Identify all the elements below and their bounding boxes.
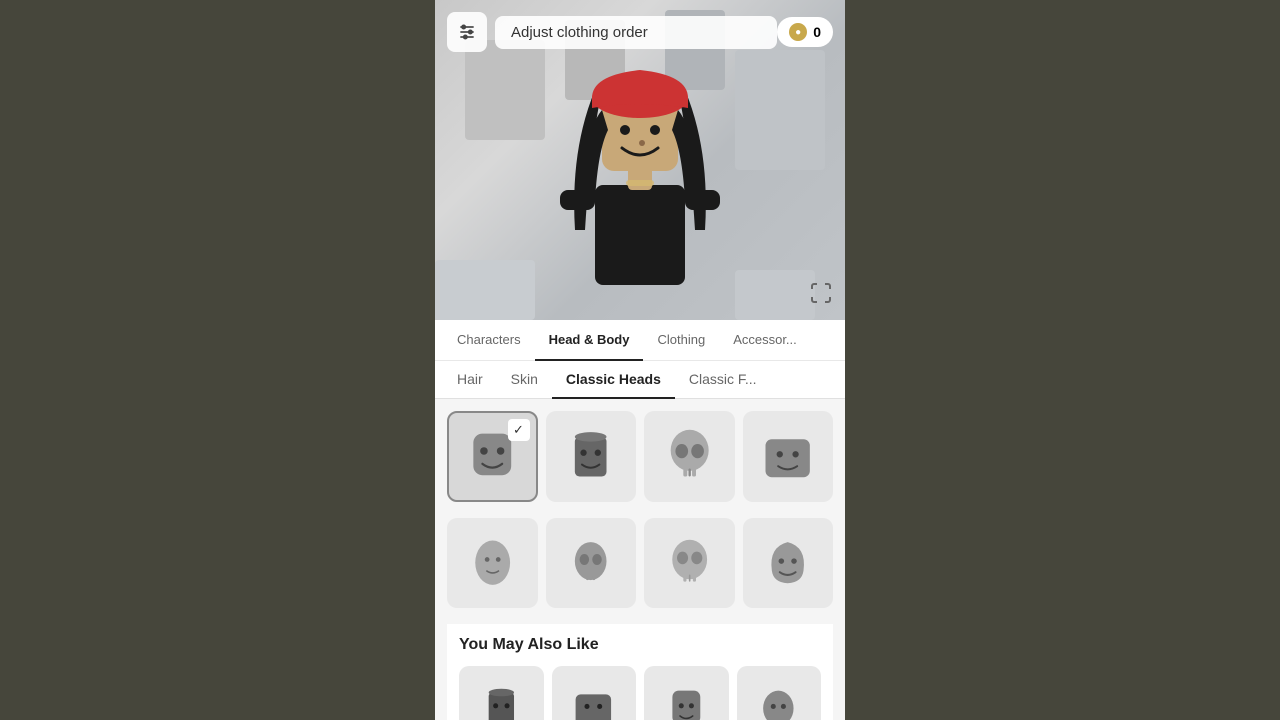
sub-tab-skin[interactable]: Skin bbox=[497, 361, 552, 399]
rec-item-3[interactable] bbox=[644, 666, 729, 720]
right-overlay bbox=[845, 0, 1280, 720]
tab-accessories[interactable]: Accessor... bbox=[719, 320, 811, 361]
rec-icon-1 bbox=[476, 683, 527, 720]
head-icon-2 bbox=[559, 425, 622, 488]
head-icon-8 bbox=[756, 531, 819, 594]
bg-block bbox=[465, 40, 545, 140]
main-tabs: Characters Head & Body Clothing Accessor… bbox=[435, 320, 845, 361]
head-item-4[interactable] bbox=[743, 411, 834, 502]
coin-count: 0 bbox=[813, 24, 821, 40]
top-bar: Adjust clothing order ● 0 bbox=[435, 12, 845, 52]
sub-tab-classic-f[interactable]: Classic F... bbox=[675, 361, 771, 399]
head-item-3[interactable] bbox=[644, 411, 735, 502]
checkmark-badge: ✓ bbox=[508, 419, 530, 441]
rec-icon-2 bbox=[568, 683, 619, 720]
items-grid-row2 bbox=[447, 518, 833, 609]
bg-block bbox=[735, 50, 825, 170]
bg-block bbox=[435, 260, 535, 320]
avatar-character bbox=[540, 30, 740, 320]
head-icon-7 bbox=[658, 531, 721, 594]
filter-icon bbox=[457, 22, 477, 42]
rec-icon-4 bbox=[753, 683, 804, 720]
items-grid-row1: ✓ bbox=[447, 411, 833, 502]
tab-clothing[interactable]: Clothing bbox=[643, 320, 719, 361]
sub-tab-classic-heads[interactable]: Classic Heads bbox=[552, 361, 675, 399]
grid-section: ✓ bbox=[435, 399, 845, 720]
rec-icon-3 bbox=[661, 683, 712, 720]
head-item-7[interactable] bbox=[644, 518, 735, 609]
screen-container: Adjust clothing order ● 0 Characters Hea… bbox=[0, 0, 1280, 720]
main-panel: Adjust clothing order ● 0 Characters Hea… bbox=[435, 0, 845, 720]
rec-title: You May Also Like bbox=[459, 636, 821, 654]
head-item-6[interactable] bbox=[546, 518, 637, 609]
tabs-container: Characters Head & Body Clothing Accessor… bbox=[435, 320, 845, 399]
expand-icon[interactable] bbox=[809, 281, 833, 310]
rec-item-1[interactable] bbox=[459, 666, 544, 720]
avatar-area: Adjust clothing order ● 0 bbox=[435, 0, 845, 320]
head-item-1[interactable]: ✓ bbox=[447, 411, 538, 502]
recommendations: You May Also Like bbox=[447, 624, 833, 720]
rec-grid bbox=[459, 666, 821, 720]
filter-button[interactable] bbox=[447, 12, 487, 52]
bg-block bbox=[735, 270, 815, 320]
rec-item-2[interactable] bbox=[552, 666, 637, 720]
rec-item-4[interactable] bbox=[737, 666, 822, 720]
coin-icon: ● bbox=[789, 23, 807, 41]
left-overlay bbox=[0, 0, 435, 720]
tab-characters[interactable]: Characters bbox=[443, 320, 535, 361]
head-item-5[interactable] bbox=[447, 518, 538, 609]
sub-tabs: Hair Skin Classic Heads Classic F... bbox=[435, 361, 845, 398]
head-icon-6 bbox=[559, 531, 622, 594]
tab-head-body[interactable]: Head & Body bbox=[535, 320, 644, 361]
adjust-label: Adjust clothing order bbox=[495, 16, 777, 49]
head-item-2[interactable] bbox=[546, 411, 637, 502]
head-item-8[interactable] bbox=[743, 518, 834, 609]
head-icon-5 bbox=[461, 531, 524, 594]
head-icon-3 bbox=[658, 425, 721, 488]
head-icon-4 bbox=[756, 425, 819, 488]
sub-tab-hair[interactable]: Hair bbox=[443, 361, 497, 399]
coin-badge: ● 0 bbox=[777, 17, 833, 47]
